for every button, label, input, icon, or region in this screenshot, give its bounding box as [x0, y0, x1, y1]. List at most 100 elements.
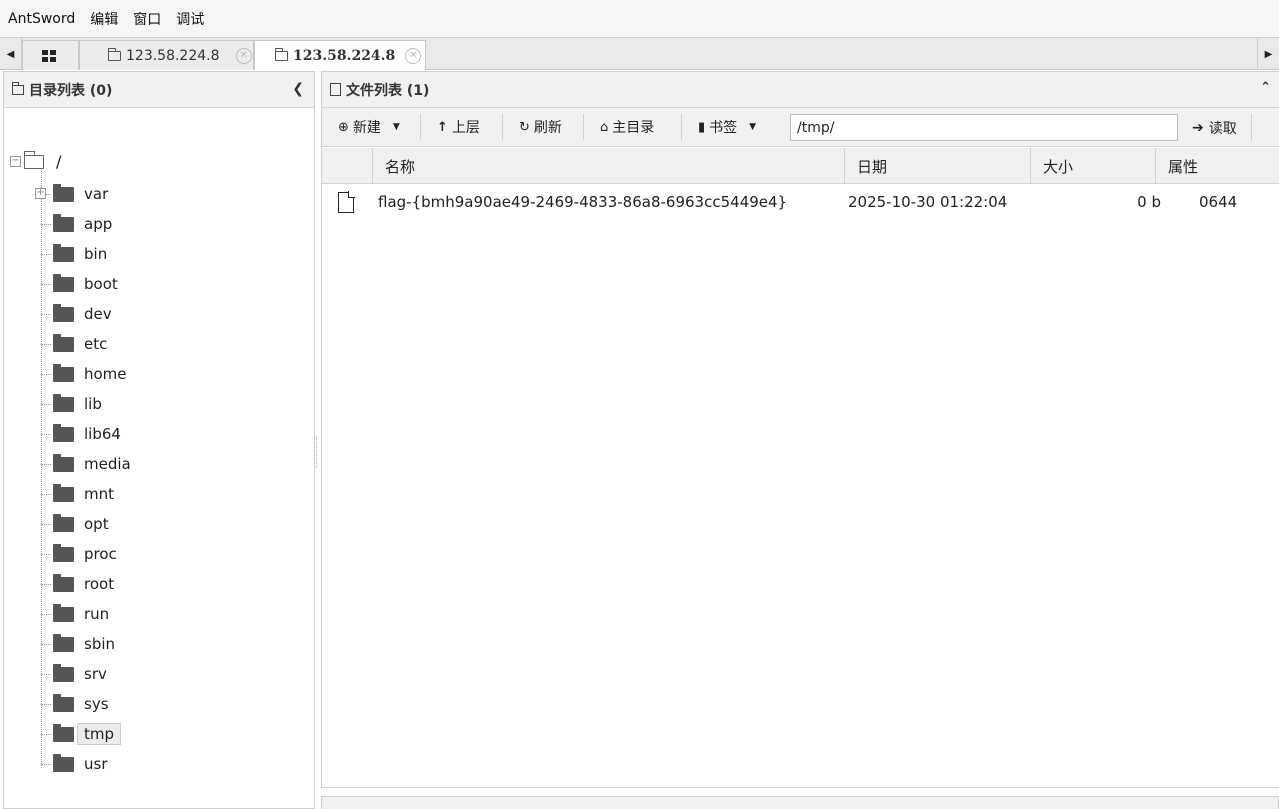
grid-icon	[42, 49, 56, 62]
path-input[interactable]	[790, 114, 1178, 141]
table-row[interactable]: flag-{bmh9a90ae49-2469-4833-86a8-6963cc5…	[322, 185, 1279, 219]
tree-item-app[interactable]: app	[41, 212, 118, 236]
tree-guide-line	[41, 763, 51, 765]
tree-item-etc[interactable]: etc	[41, 332, 113, 356]
read-button-label: 读取	[1208, 120, 1237, 137]
tree-guide-line	[41, 733, 51, 735]
collapse-up-icon[interactable]: ⌃	[1260, 80, 1271, 95]
tree-item-label: opt	[84, 515, 109, 533]
tree-guide-line	[41, 613, 51, 615]
column-name[interactable]: 名称	[372, 148, 844, 184]
tree-item-home[interactable]: home	[41, 362, 133, 386]
tree-guide-line	[41, 313, 51, 315]
folder-icon	[275, 47, 288, 61]
folder-icon	[53, 183, 74, 202]
collapse-icon[interactable]: −	[10, 156, 21, 167]
tree-item-var[interactable]: + var	[35, 182, 114, 206]
column-date[interactable]: 日期	[844, 148, 1030, 184]
tree-item-boot[interactable]: boot	[41, 272, 124, 296]
tree-item-tmp[interactable]: tmp	[41, 722, 122, 746]
file-icon	[338, 185, 355, 219]
folder-icon	[53, 303, 74, 322]
new-button[interactable]: ⊕ 新建 ▼	[322, 114, 421, 140]
tab-shell-2[interactable]: 123.58.224.8 ✕	[254, 40, 426, 70]
folder-icon	[53, 603, 74, 622]
new-button-label: 新建	[352, 120, 381, 136]
tree-guide-line	[41, 283, 51, 285]
file-date: 2025-10-30 01:22:04	[848, 193, 1008, 211]
close-icon[interactable]: ✕	[405, 47, 422, 64]
folder-icon	[53, 723, 74, 742]
tree-item-dev[interactable]: dev	[41, 302, 118, 326]
tree-item-label: media	[84, 455, 131, 473]
tree-item-media[interactable]: media	[41, 452, 137, 476]
caret-down-icon: ▼	[392, 122, 400, 132]
file-grid-header: 名称 日期 大小 属性	[322, 148, 1279, 184]
tree-guide-line	[41, 223, 51, 225]
refresh-button-label: 刷新	[533, 120, 562, 136]
tree-guide-line	[41, 553, 51, 555]
tree-item-run[interactable]: run	[41, 602, 115, 626]
file-panel-title: 文件列表 (1)	[346, 82, 430, 99]
tree-item-label: lib	[84, 395, 102, 413]
folder-icon	[53, 363, 74, 382]
menu-antsword[interactable]: AntSword	[8, 11, 75, 27]
menu-debug[interactable]: 调试	[176, 9, 204, 29]
folder-icon	[53, 423, 74, 442]
arrow-up-icon: ↑	[437, 119, 448, 135]
tree-guide-line	[41, 583, 51, 585]
bookmark-icon: ▮	[698, 119, 706, 135]
tree-root[interactable]: − /	[10, 150, 62, 171]
tree-item-label: sbin	[84, 635, 116, 653]
tree-item-lib[interactable]: lib	[41, 392, 108, 416]
tree-item-proc[interactable]: proc	[41, 542, 123, 566]
tab-label: 123.58.224.8	[293, 47, 396, 64]
tab-scroll-left-icon[interactable]: ◀	[0, 38, 22, 70]
file-panel: 文件列表 (1) ⌃ ⊕ 新建 ▼ ↑ 上层 ↻ 刷新 ⌂ 主目录 ▮ 书签 ▼…	[321, 71, 1279, 788]
tree-item-label: srv	[84, 665, 107, 683]
tree-item-label: var	[84, 185, 109, 203]
folder-icon	[53, 633, 74, 652]
tree-item-usr[interactable]: usr	[41, 752, 114, 776]
column-size[interactable]: 大小	[1030, 148, 1155, 184]
up-button[interactable]: ↑ 上层	[421, 114, 503, 140]
read-button[interactable]: ➔ 读取	[1184, 114, 1252, 141]
tree-item-label: tmp	[77, 723, 122, 745]
tab-scroll-right-icon[interactable]: ▶	[1257, 38, 1279, 70]
folder-icon	[53, 513, 74, 532]
tree-item-bin[interactable]: bin	[41, 242, 113, 266]
file-panel-header: 文件列表 (1) ⌃	[322, 72, 1279, 108]
collapse-left-icon[interactable]: ❮	[292, 81, 304, 97]
menu-edit[interactable]: 编辑	[90, 9, 118, 29]
tab-shell-1[interactable]: 123.58.224.8 ✕	[79, 40, 254, 70]
tree-item-mnt[interactable]: mnt	[41, 482, 120, 506]
tree-item-lib64[interactable]: lib64	[41, 422, 127, 446]
home-button[interactable]: ⌂ 主目录	[584, 114, 682, 140]
menu-bar: AntSword 编辑 窗口 调试	[0, 0, 1279, 37]
folder-icon	[53, 693, 74, 712]
close-icon[interactable]: ✕	[235, 47, 252, 64]
menu-window[interactable]: 窗口	[133, 9, 161, 29]
plus-circle-icon: ⊕	[338, 119, 349, 135]
tree-item-srv[interactable]: srv	[41, 662, 113, 686]
column-attr[interactable]: 属性	[1155, 148, 1279, 184]
tree-guide-line	[41, 643, 51, 645]
tree-item-label: lib64	[84, 425, 121, 443]
refresh-button[interactable]: ↻ 刷新	[503, 114, 584, 140]
file-toolbar: ⊕ 新建 ▼ ↑ 上层 ↻ 刷新 ⌂ 主目录 ▮ 书签 ▼ ➔ 读取	[322, 108, 1279, 147]
folder-icon	[53, 213, 74, 232]
tree-item-opt[interactable]: opt	[41, 512, 115, 536]
expand-icon[interactable]: +	[35, 188, 46, 199]
tree-item-label: sys	[84, 695, 109, 713]
tree-item-label: run	[84, 605, 110, 623]
panel-splitter[interactable]	[316, 436, 318, 468]
tree-item-root[interactable]: root	[41, 572, 120, 596]
file-name: flag-{bmh9a90ae49-2469-4833-86a8-6963cc5…	[378, 193, 788, 211]
tree-item-sys[interactable]: sys	[41, 692, 115, 716]
tree-item-sbin[interactable]: sbin	[41, 632, 121, 656]
bookmark-button[interactable]: ▮ 书签 ▼	[682, 114, 778, 140]
tab-dashboard[interactable]	[22, 40, 79, 70]
tree-root-label: /	[56, 152, 62, 171]
tab-label: 123.58.224.8	[126, 47, 220, 64]
tree-item-label: app	[84, 215, 113, 233]
